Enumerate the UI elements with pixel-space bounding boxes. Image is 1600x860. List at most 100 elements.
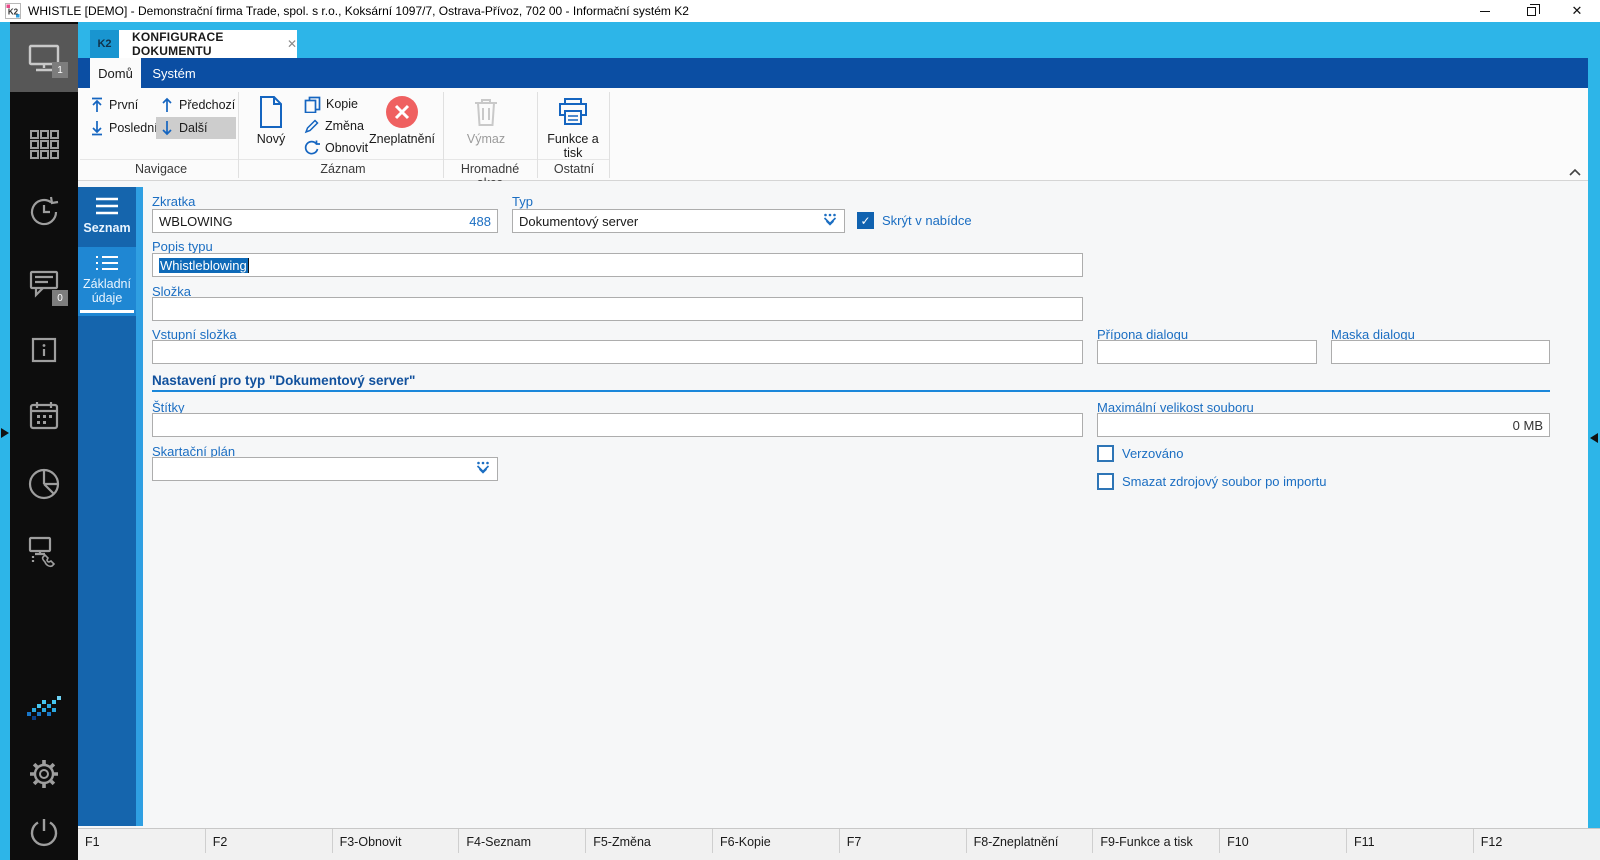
calendar-icon (29, 402, 59, 430)
tab-konfigurace-dokumentu[interactable]: KONFIGURACE DOKUMENTU ✕ (119, 30, 297, 58)
novy-button[interactable]: Nový (248, 92, 294, 146)
predchozi-button[interactable]: Předchozí (156, 94, 239, 116)
zmena-button[interactable]: Změna (300, 115, 368, 137)
sidebar-item-history[interactable] (10, 190, 78, 234)
smazat-zdroj-checkbox[interactable] (1097, 473, 1114, 490)
obnovit-button[interactable]: Obnovit (300, 137, 372, 159)
sidebar-item-k2-logo[interactable] (10, 686, 78, 730)
new-document-icon (260, 96, 282, 128)
zmena-label: Změna (325, 119, 364, 133)
tab-k2[interactable]: K2 (90, 30, 119, 58)
popis-typu-label: Popis typu (152, 239, 213, 254)
obnovit-label: Obnovit (325, 141, 369, 155)
list-hamburger-icon (96, 197, 118, 215)
vymaz-button[interactable]: Výmaz (456, 92, 516, 146)
dropdown-icon[interactable] (475, 461, 491, 478)
slozka-input[interactable] (152, 297, 1083, 321)
minimize-icon (1480, 10, 1490, 12)
modules-grid-icon (30, 130, 59, 159)
popis-typu-input[interactable]: Whistleblowing (152, 253, 1083, 277)
fkey-f3[interactable]: F3-Obnovit (331, 829, 459, 853)
typ-dropdown[interactable]: Dokumentový server (512, 209, 845, 233)
messages-badge: 0 (52, 290, 68, 306)
typ-value: Dokumentový server (519, 213, 639, 229)
novy-label: Nový (256, 132, 286, 146)
vstupni-slozka-input[interactable] (152, 340, 1083, 364)
ribbon-tab-system[interactable]: Systém (141, 58, 207, 88)
left-panel-expander[interactable] (1, 428, 9, 438)
fkey-f4[interactable]: F4-Seznam (458, 829, 585, 853)
fkey-f12[interactable]: F12 (1472, 829, 1600, 853)
skartacni-plan-dropdown[interactable] (152, 457, 498, 481)
ribbon: První Předchozí Poslední Další Navigace … (78, 88, 1588, 190)
max-velikost-value: 0 MB (1512, 417, 1543, 433)
fkey-f9[interactable]: F9-Funkce a tisk (1092, 829, 1219, 853)
edit-pencil-icon (304, 119, 319, 134)
fkey-f10[interactable]: F10 (1219, 829, 1346, 853)
popis-typu-value: Whistleblowing (159, 257, 248, 273)
predchozi-label: Předchozí (179, 98, 236, 112)
close-button[interactable]: ✕ (1554, 0, 1600, 22)
sidebar-item-power[interactable] (10, 812, 78, 856)
info-icon (31, 337, 57, 363)
side-nav-strip (136, 187, 143, 826)
pripona-dialogu-input[interactable] (1097, 340, 1317, 364)
dropdown-icon[interactable] (822, 213, 838, 230)
collapse-ribbon-button[interactable] (1568, 164, 1582, 182)
prvni-button[interactable]: První (86, 94, 142, 116)
app-window: K2 WHISTLE [DEMO] - Demonstrační firma T… (0, 0, 1600, 860)
power-icon (30, 819, 58, 847)
sidebar-item-messages[interactable]: 0 (10, 262, 78, 306)
side-nav-zakladni-udaje[interactable]: Základní údaje (78, 247, 136, 316)
posledni-button[interactable]: Poslední (86, 117, 162, 139)
stitky-input[interactable] (152, 413, 1083, 437)
restore-button[interactable] (1508, 0, 1554, 22)
section-heading: Nastavení pro typ "Dokumentový server" (152, 373, 416, 388)
side-nav-seznam[interactable]: Seznam (78, 187, 136, 247)
restore-icon (1526, 3, 1540, 16)
fkey-f5[interactable]: F5-Změna (585, 829, 712, 853)
group-label-navigace: Navigace (134, 162, 188, 176)
zneplatneni-button[interactable]: Zneplatnění (364, 92, 440, 146)
posledni-label: Poslední (109, 121, 158, 135)
right-panel-expander[interactable] (1590, 433, 1598, 443)
delete-trash-icon (475, 99, 497, 126)
typ-label: Typ (512, 194, 533, 209)
ribbon-tab-domu[interactable]: Domů (90, 58, 141, 88)
zneplatneni-label: Zneplatnění (368, 132, 436, 146)
printer-icon (559, 98, 587, 125)
zkratka-input[interactable]: WBLOWING 488 (152, 209, 498, 233)
skryt-v-nabidce-checkbox[interactable]: ✓ (857, 212, 874, 229)
sidebar-item-calendar[interactable] (10, 394, 78, 438)
desktop-badge: 1 (52, 62, 68, 78)
maska-dialogu-input[interactable] (1331, 340, 1550, 364)
funkce-a-tisk-button[interactable]: Funkce a tisk (542, 92, 604, 160)
dalsi-label: Další (179, 121, 208, 135)
last-arrow-icon (92, 121, 102, 136)
sidebar-item-remote-support[interactable] (10, 530, 78, 574)
kopie-button[interactable]: Kopie (300, 93, 362, 115)
detail-list-icon (96, 256, 118, 270)
sidebar-item-reports[interactable] (10, 462, 78, 506)
sidebar-item-modules[interactable] (10, 122, 78, 166)
fkey-f7[interactable]: F7 (838, 829, 966, 853)
sidebar-item-info[interactable] (10, 328, 78, 372)
seznam-label: Seznam (83, 221, 131, 235)
dalsi-button[interactable]: Další (156, 117, 236, 139)
fkey-f8[interactable]: F8-Zneplatnění (965, 829, 1093, 853)
content-panel: Seznam Základní údaje Zkratka WBLOWING 4… (78, 181, 1588, 828)
minimize-button[interactable] (1462, 0, 1508, 22)
sidebar-item-desktop[interactable]: 1 (10, 36, 78, 80)
record-side-nav: Seznam Základní údaje (78, 187, 143, 826)
max-velikost-input[interactable]: 0 MB (1097, 413, 1550, 437)
fkey-f1[interactable]: F1 (78, 829, 205, 853)
fkey-f2[interactable]: F2 (204, 829, 332, 853)
group-label-ostatni: Ostatní (553, 162, 595, 176)
settings-gear-icon (30, 760, 58, 788)
skryt-v-nabidce-label: Skrýt v nabídce (882, 213, 972, 228)
fkey-f6[interactable]: F6-Kopie (711, 829, 839, 853)
tab-close-icon[interactable]: ✕ (287, 37, 297, 51)
fkey-f11[interactable]: F11 (1345, 829, 1473, 853)
verzovano-checkbox[interactable] (1097, 445, 1114, 462)
sidebar-item-settings[interactable] (10, 752, 78, 796)
